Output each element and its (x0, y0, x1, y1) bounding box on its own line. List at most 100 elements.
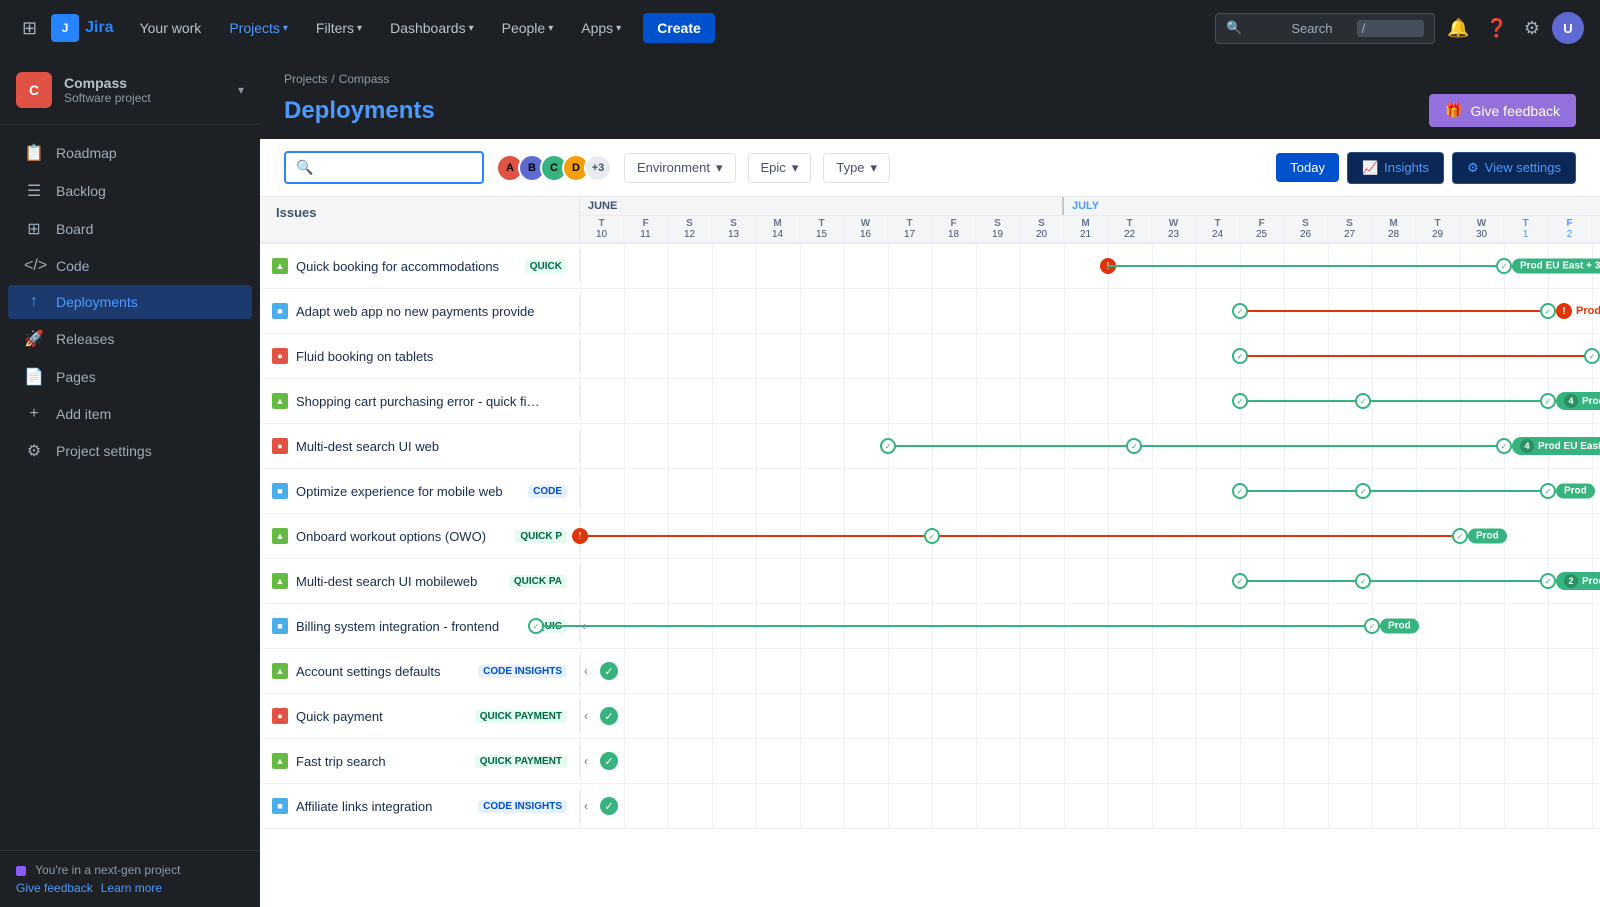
table-row: ■Adapt web app no new payments provide✓!… (260, 289, 1600, 334)
issue-text: Affiliate links integration (296, 799, 470, 814)
scroll-left-arrow[interactable]: ‹ (584, 799, 588, 813)
scroll-left-arrow[interactable]: ‹ (584, 754, 588, 768)
issue-cell[interactable]: ●Quick paymentQUICK PAYMENT (260, 700, 580, 732)
issue-cell[interactable]: ●Fluid booking on tablets (260, 340, 580, 372)
issue-icon: ▲ (272, 663, 288, 679)
deploy-tag: 4Prod EU East + 3 others (1512, 437, 1600, 455)
breadcrumb-projects[interactable]: Projects (284, 72, 327, 86)
gantt-line (1240, 310, 1548, 312)
issue-cell[interactable]: ■Adapt web app no new payments provide (260, 295, 580, 327)
deploy-tag: !Prod EU East (1556, 303, 1600, 319)
notification-icon[interactable]: 🔔 (1443, 14, 1473, 43)
issue-cell[interactable]: ■Affiliate links integrationCODE INSIGHT… (260, 790, 580, 822)
environment-filter[interactable]: Environment ▾ (624, 153, 736, 183)
issue-icon: ▲ (272, 573, 288, 589)
issue-cell[interactable]: ▲Multi-dest search UI mobilewebQUICK PA (260, 565, 580, 597)
issue-cell[interactable]: ▲Shopping cart purchasing error - quick … (260, 385, 580, 417)
settings-icon[interactable]: ⚙ (1520, 14, 1544, 43)
type-chevron: ▾ (871, 160, 878, 176)
gantt-line (1240, 400, 1548, 402)
checkpoint-mid: ✓ (1355, 393, 1371, 409)
deploy-tag: Prod (1380, 619, 1419, 634)
sidebar-nav: 📋 Roadmap ☰ Backlog ⊞ Board </> Code ↑ D… (0, 125, 260, 850)
issue-text: Adapt web app no new payments provide (296, 304, 567, 319)
help-icon[interactable]: ❓ (1481, 14, 1511, 43)
table-row: ▲Multi-dest search UI mobilewebQUICK PA✓… (260, 559, 1600, 604)
timeline-rows: ▲Quick booking for accommodationsQUICK !P… (260, 244, 1600, 829)
people-link[interactable]: People ▾ (492, 14, 564, 42)
checkpoint-start: ✓ (880, 438, 896, 454)
type-filter[interactable]: Type ▾ (823, 153, 890, 183)
give-feedback-button[interactable]: 🎁 Give feedback (1429, 94, 1576, 127)
sidebar-item-add[interactable]: + Add item (8, 397, 252, 431)
sidebar-learn-more[interactable]: Learn more (101, 881, 162, 895)
issue-text: Fluid booking on tablets (296, 349, 567, 364)
issue-cell[interactable]: ▲Quick booking for accommodationsQUICK (260, 250, 580, 282)
day-cell: S20 (1020, 216, 1064, 242)
filters-link[interactable]: Filters ▾ (306, 14, 372, 42)
issue-cell[interactable]: ●Multi-dest search UI web (260, 430, 580, 462)
today-button[interactable]: Today (1276, 153, 1339, 182)
sidebar-item-backlog[interactable]: ☰ Backlog (8, 173, 252, 209)
search-box[interactable]: 🔍 Search / (1215, 13, 1435, 44)
insights-button[interactable]: 📈 Insights (1347, 152, 1444, 184)
issue-tag: CODE INSIGHTS (478, 800, 567, 813)
scroll-left-arrow[interactable]: ‹ (582, 619, 586, 633)
backlog-icon: ☰ (24, 181, 44, 201)
issue-cell[interactable]: ▲Account settings defaultsCODE INSIGHTS (260, 655, 580, 687)
sidebar-project-chevron[interactable]: ▾ (238, 83, 244, 97)
timeline-dates-header: JUNE JULY T10F11S12S13M14T15W16T17F18S19… (580, 197, 1600, 242)
your-work-link[interactable]: Your work (130, 14, 212, 42)
epic-filter[interactable]: Epic ▾ (748, 153, 812, 183)
avatar-count[interactable]: +3 (584, 154, 612, 182)
timeline-header: Issues JUNE JULY T10F11S12S13M14T15W16T1… (260, 197, 1600, 244)
sidebar-item-settings[interactable]: ⚙ Project settings (8, 433, 252, 469)
sidebar-item-roadmap[interactable]: 📋 Roadmap (8, 135, 252, 171)
day-cell: F11 (624, 216, 668, 242)
issue-icon: ■ (272, 618, 288, 634)
sidebar: C Compass Software project ▾ 📋 Roadmap ☰… (0, 56, 260, 907)
view-settings-button[interactable]: ⚙ View settings (1452, 152, 1576, 184)
gantt-area: ‹✓ (580, 739, 1600, 783)
scroll-left-arrow[interactable]: ‹ (584, 709, 588, 723)
sidebar-item-deployments[interactable]: ↑ Deployments (8, 285, 252, 319)
breadcrumb: Projects / Compass (284, 72, 1576, 86)
user-avatar[interactable]: U (1552, 12, 1584, 44)
gantt-area: ✓✓4Prod EU East + 3 others✓ (580, 379, 1600, 423)
projects-link[interactable]: Projects ▾ (219, 14, 298, 42)
issue-cell[interactable]: ▲Onboard workout options (OWO)QUICK P (260, 520, 580, 552)
sidebar-give-feedback[interactable]: Give feedback (16, 881, 93, 895)
issue-tag: QUICK (525, 260, 567, 273)
issues-col-header: Issues (260, 197, 580, 242)
day-cell: M28 (1372, 216, 1416, 242)
view-settings-icon: ⚙ (1467, 160, 1479, 176)
jira-logo[interactable]: J Jira (51, 14, 113, 42)
timeline-container[interactable]: Issues JUNE JULY T10F11S12S13M14T15W16T1… (260, 197, 1600, 907)
issue-tag: QUICK P (515, 530, 567, 543)
gantt-line (1108, 265, 1504, 267)
day-cell: F25 (1240, 216, 1284, 242)
grid-icon[interactable]: ⊞ (16, 12, 43, 45)
day-cell: W23 (1152, 216, 1196, 242)
breadcrumb-compass[interactable]: Compass (339, 72, 390, 86)
checkpoint-mid: ✓ (924, 528, 940, 544)
search-input[interactable] (319, 160, 472, 175)
sidebar-item-pages[interactable]: 📄 Pages (8, 359, 252, 395)
dashboards-link[interactable]: Dashboards ▾ (380, 14, 484, 42)
sidebar-item-board[interactable]: ⊞ Board (8, 211, 252, 247)
checkpoint-mid: ✓ (1355, 483, 1371, 499)
sidebar-project[interactable]: C Compass Software project ▾ (0, 56, 260, 125)
search-filter-input[interactable]: 🔍 (284, 151, 484, 184)
issue-cell[interactable]: ▲Fast trip searchQUICK PAYMENT (260, 745, 580, 777)
day-cell: S27 (1328, 216, 1372, 242)
day-cell: S26 (1284, 216, 1328, 242)
next-gen-text: You're in a next-gen project (35, 863, 180, 877)
settings-icon2: ⚙ (24, 441, 44, 461)
apps-link[interactable]: Apps ▾ (571, 14, 631, 42)
create-button[interactable]: Create (643, 13, 715, 43)
deploy-tag: Prod (1556, 484, 1595, 499)
sidebar-item-releases[interactable]: 🚀 Releases (8, 321, 252, 357)
scroll-left-arrow[interactable]: ‹ (584, 664, 588, 678)
sidebar-item-code[interactable]: </> Code (8, 249, 252, 283)
issue-cell[interactable]: ■Optimize experience for mobile webCODE (260, 475, 580, 507)
